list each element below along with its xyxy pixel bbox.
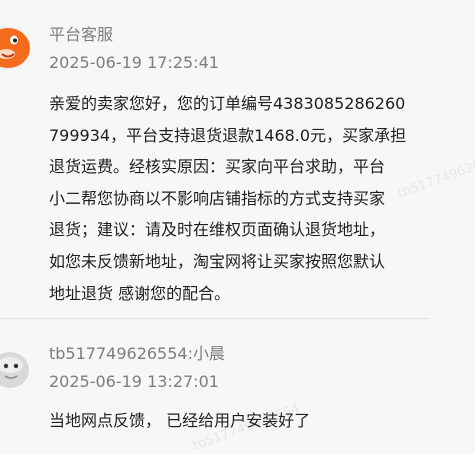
user-avatar-icon bbox=[0, 346, 30, 390]
message-time: 2025-06-19 17:25:41 bbox=[49, 53, 219, 72]
message-time: 2025-06-19 13:27:01 bbox=[49, 372, 219, 391]
message-line: 退货运费。经核实原因：买家向平台求助，平台 bbox=[49, 157, 386, 177]
mascot-icon bbox=[0, 26, 30, 70]
service-mascot-avatar[interactable] bbox=[0, 26, 30, 70]
message-line: 当地网点反馈， 已经给用户安装好了 bbox=[49, 411, 311, 430]
message-content: 当地网点反馈， 已经给用户安装好了 bbox=[49, 405, 459, 437]
message-line: 小二帮您协商以不影响店铺指标的方式支持买家 bbox=[49, 188, 386, 208]
message-line: 亲爱的卖家您好，您的订单编号4383085286260 bbox=[49, 94, 406, 113]
message-content: 亲爱的卖家您好，您的订单编号4383085286260 799934，平台支持退… bbox=[49, 88, 459, 309]
message-line: 退货；建议：请及时在维权页面确认退货地址， bbox=[49, 220, 386, 240]
user-avatar[interactable] bbox=[0, 346, 30, 390]
message-divider bbox=[0, 318, 430, 319]
sender-name: tb517749626554:小晨 bbox=[49, 344, 225, 363]
message-line: 799934，平台支持退货退款1468.0元，买家承担 bbox=[49, 125, 407, 145]
sender-name: 平台客服 bbox=[49, 25, 114, 44]
message-line: 如您未反馈新地址，淘宝网将让买家按照您默认 bbox=[49, 251, 386, 271]
message-line: 地址退货 感谢您的配合。 bbox=[49, 283, 231, 303]
